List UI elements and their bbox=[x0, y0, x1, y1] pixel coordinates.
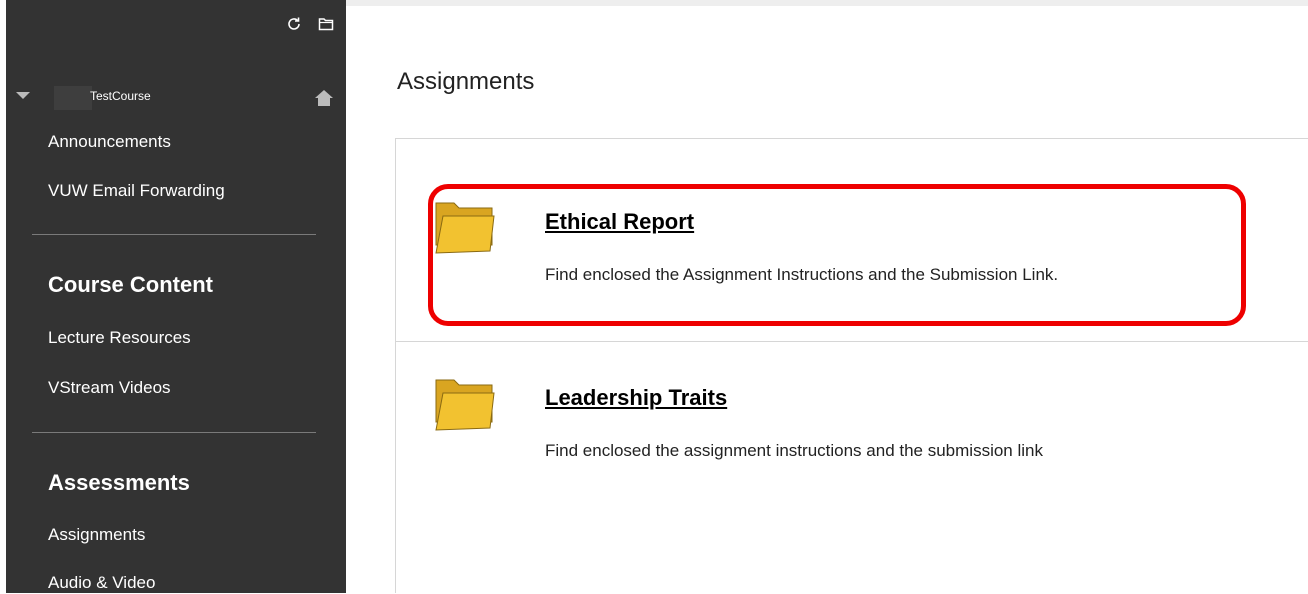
folder-view-icon[interactable] bbox=[318, 16, 334, 32]
content-item-title[interactable]: Leadership Traits bbox=[545, 385, 727, 411]
sidebar-toolbar bbox=[286, 16, 334, 32]
content-item-leadership-traits: Leadership Traits Find enclosed the assi… bbox=[396, 341, 1308, 594]
course-title-row: TestCourse bbox=[6, 86, 346, 110]
sidebar-item-vuw-email-forwarding[interactable]: VUW Email Forwarding bbox=[48, 181, 225, 201]
content-item-description: Find enclosed the assignment instruction… bbox=[545, 441, 1043, 460]
content-item-title[interactable]: Ethical Report bbox=[545, 209, 694, 235]
refresh-icon[interactable] bbox=[286, 16, 302, 32]
content-item-ethical-report: Ethical Report Find enclosed the Assignm… bbox=[396, 138, 1308, 342]
content-list: Ethical Report Find enclosed the Assignm… bbox=[395, 138, 1308, 593]
sidebar-item-lecture-resources[interactable]: Lecture Resources bbox=[48, 328, 191, 348]
sidebar-divider bbox=[32, 432, 316, 433]
course-name-link[interactable]: TestCourse bbox=[90, 89, 151, 103]
content-item-description: Find enclosed the Assignment Instruction… bbox=[545, 265, 1059, 284]
folder-icon[interactable] bbox=[434, 376, 496, 432]
sidebar-item-assignments[interactable]: Assignments bbox=[48, 525, 145, 545]
page-title: Assignments bbox=[397, 68, 535, 95]
folder-icon[interactable] bbox=[434, 199, 496, 255]
course-code-redacted bbox=[54, 86, 92, 110]
course-menu-sidebar: TestCourse Announcements VUW Email Forwa… bbox=[6, 0, 346, 593]
sidebar-item-announcements[interactable]: Announcements bbox=[48, 132, 171, 152]
sidebar-divider bbox=[32, 234, 316, 235]
sidebar-heading-course-content: Course Content bbox=[48, 272, 213, 297]
sidebar-item-audio-video[interactable]: Audio & Video bbox=[48, 573, 155, 593]
collapse-arrow-icon[interactable] bbox=[16, 92, 30, 99]
top-strip bbox=[346, 0, 1308, 6]
sidebar-heading-assessments: Assessments bbox=[48, 470, 190, 495]
sidebar-item-vstream-videos[interactable]: VStream Videos bbox=[48, 378, 171, 398]
home-icon[interactable] bbox=[314, 88, 334, 108]
